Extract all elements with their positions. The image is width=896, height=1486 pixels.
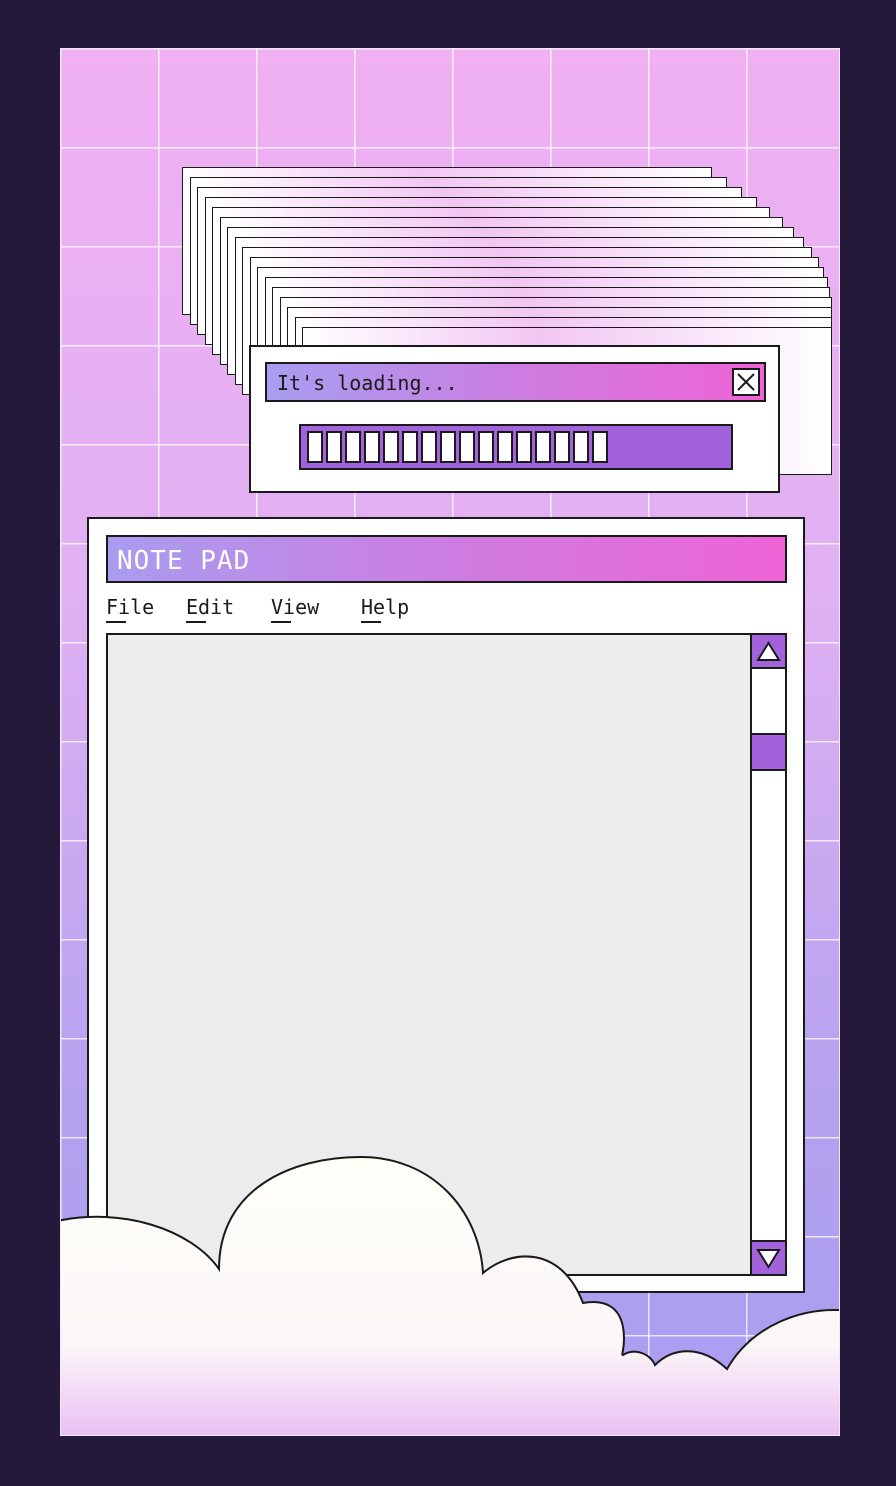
scroll-up-button[interactable] [752, 635, 785, 669]
progress-bar [299, 424, 733, 470]
progress-segment [535, 431, 551, 463]
progress-segment [554, 431, 570, 463]
notepad-title: NOTE PAD [117, 546, 251, 576]
menu-file-label: File [106, 595, 155, 619]
menu-view-label: View [271, 595, 320, 619]
progress-segment [459, 431, 475, 463]
progress-segment [383, 431, 399, 463]
background-frame: It's loading... NOTE PAD File Edit View … [60, 48, 840, 1436]
progress-segment [478, 431, 494, 463]
clouds-decoration [61, 1155, 839, 1435]
progress-segment [573, 431, 589, 463]
triangle-up-icon [756, 641, 781, 661]
notepad-titlebar: NOTE PAD [106, 535, 787, 583]
loading-titlebar: It's loading... [265, 362, 766, 402]
progress-segment [402, 431, 418, 463]
menu-edit-label: Edit [186, 595, 235, 619]
mnemonic-underline [361, 621, 381, 623]
menu-help-label: Help [361, 595, 410, 619]
menu-file[interactable]: File [106, 595, 155, 623]
progress-segment [421, 431, 437, 463]
mnemonic-underline [271, 621, 291, 623]
close-icon [737, 373, 755, 391]
progress-segment [307, 431, 323, 463]
loading-title: It's loading... [277, 371, 458, 395]
menu-edit[interactable]: Edit [186, 595, 235, 623]
menu-help[interactable]: Help [361, 595, 410, 623]
progress-segment [592, 431, 608, 463]
loading-dialog: It's loading... [249, 345, 780, 493]
close-button[interactable] [732, 368, 760, 396]
progress-segment [326, 431, 342, 463]
scroll-thumb[interactable] [752, 733, 785, 771]
menu-view[interactable]: View [271, 595, 320, 623]
progress-segment [440, 431, 456, 463]
progress-segment [516, 431, 532, 463]
progress-segment [497, 431, 513, 463]
mnemonic-underline [106, 621, 126, 623]
menu-bar: File Edit View Help [106, 595, 787, 625]
progress-segment [345, 431, 361, 463]
progress-segment [364, 431, 380, 463]
mnemonic-underline [186, 621, 206, 623]
